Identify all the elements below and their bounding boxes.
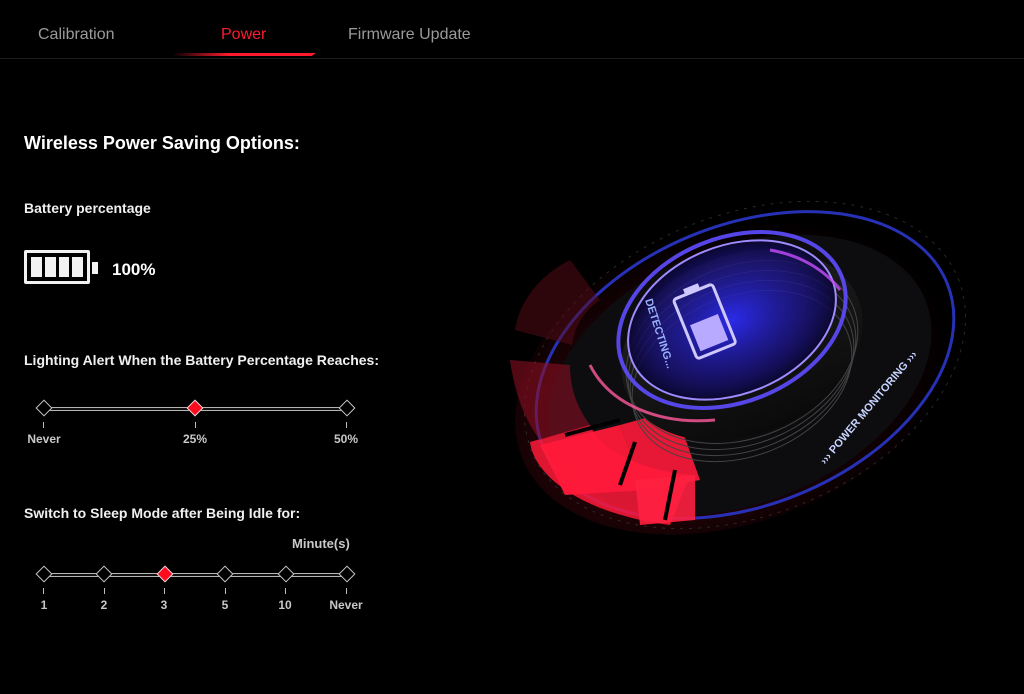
slider-label: Never [27, 432, 61, 446]
slider-stop-2[interactable] [95, 565, 113, 583]
tab-power[interactable]: Power [221, 26, 266, 44]
slider-label: 10 [278, 598, 292, 612]
slider-label: 1 [40, 598, 48, 612]
sleep-mode-slider[interactable]: 1 2 3 5 10 Never [30, 565, 364, 626]
battery-icon [24, 250, 90, 284]
slider-stop-never[interactable] [35, 399, 53, 417]
slider-stop-never[interactable] [338, 565, 356, 583]
tab-bar: Calibration Power Firmware Update [0, 0, 1024, 59]
slider-label: 50% [333, 432, 359, 446]
slider-stop-1[interactable] [35, 565, 53, 583]
slider-stop-25[interactable] [186, 399, 204, 417]
slider-stop-10[interactable] [277, 565, 295, 583]
sleep-mode-label: Switch to Sleep Mode after Being Idle fo… [24, 505, 301, 521]
slider-label: 5 [221, 598, 229, 612]
lighting-alert-label: Lighting Alert When the Battery Percenta… [24, 352, 379, 368]
power-monitoring-illustration: DETECTING... ››› POWER MONITORING ››› [510, 200, 967, 535]
tab-calibration[interactable]: Calibration [38, 26, 114, 44]
slider-label: 3 [160, 598, 168, 612]
section-title: Wireless Power Saving Options: [24, 133, 300, 153]
tab-firmware-update[interactable]: Firmware Update [348, 26, 471, 44]
slider-stop-50[interactable] [338, 399, 356, 417]
battery-percentage-value: 100% [112, 260, 156, 279]
slider-label: 2 [100, 598, 108, 612]
sleep-mode-unit: Minute(s) [292, 536, 350, 551]
battery-tip [92, 262, 98, 274]
battery-percentage-label: Battery percentage [24, 200, 151, 216]
slider-stop-3[interactable] [156, 565, 174, 583]
active-tab-indicator [172, 53, 316, 56]
slider-label: 25% [182, 432, 208, 446]
slider-stop-5[interactable] [216, 565, 234, 583]
lighting-alert-slider[interactable]: Never 25% 50% [27, 399, 364, 460]
slider-label: Never [329, 598, 363, 612]
slider-track[interactable] [42, 573, 350, 577]
